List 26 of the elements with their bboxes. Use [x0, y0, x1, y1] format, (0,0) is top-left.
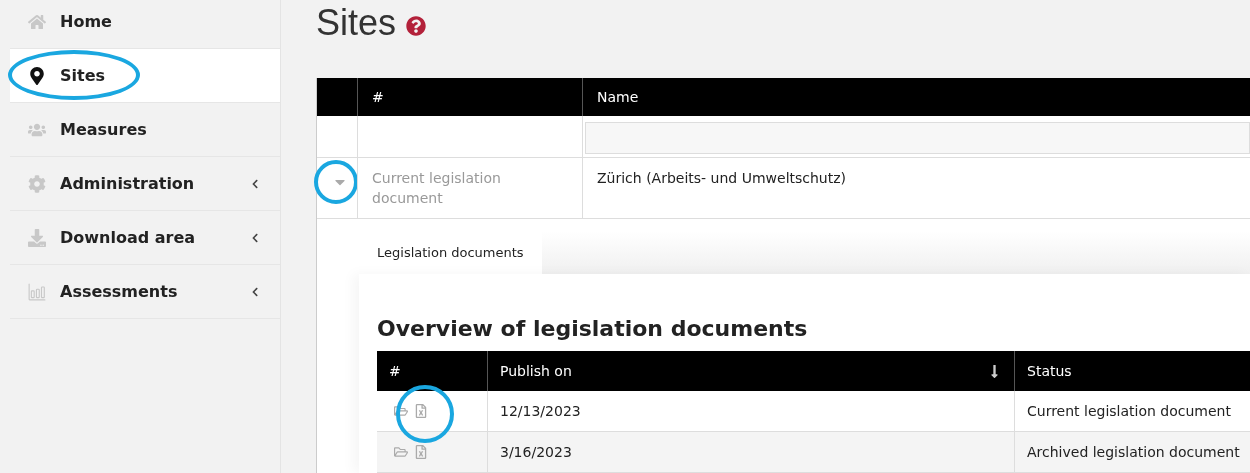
table-cell: 12/13/2023: [487, 391, 1014, 431]
folder-icon[interactable]: [394, 445, 408, 459]
column-header: Name: [582, 78, 1250, 116]
help-icon[interactable]: [406, 16, 427, 36]
spreadsheet-file-icon[interactable]: [414, 404, 428, 418]
folder-icon[interactable]: [394, 404, 408, 418]
table-cell: Archived legislation document: [1014, 432, 1250, 472]
chevron-icon: [250, 232, 260, 243]
table-cell: Current legislation document: [1014, 391, 1250, 431]
chevron-icon: [250, 286, 260, 297]
page-title: Sites: [316, 2, 397, 44]
section-heading: Overview of legislation documents: [377, 316, 809, 341]
column-header: #: [357, 78, 582, 116]
settings-icon: [28, 174, 46, 193]
column-header[interactable]: #: [377, 351, 487, 391]
chevron-icon: [250, 178, 260, 189]
download-icon: [28, 228, 46, 247]
sidebar-item[interactable]: Sites: [10, 49, 280, 103]
filter-field[interactable]: [585, 122, 1250, 154]
table-cell: Current legislation document: [357, 158, 536, 218]
spreadsheet-file-icon[interactable]: [414, 445, 428, 459]
bar-chart-icon: [28, 282, 46, 301]
home-icon: [28, 12, 46, 31]
map-pin-icon: [28, 66, 46, 85]
table-cell: Zürich (Arbeits- und Umweltschutz): [582, 158, 1250, 218]
table-cell: 3/16/2023: [487, 432, 1014, 472]
